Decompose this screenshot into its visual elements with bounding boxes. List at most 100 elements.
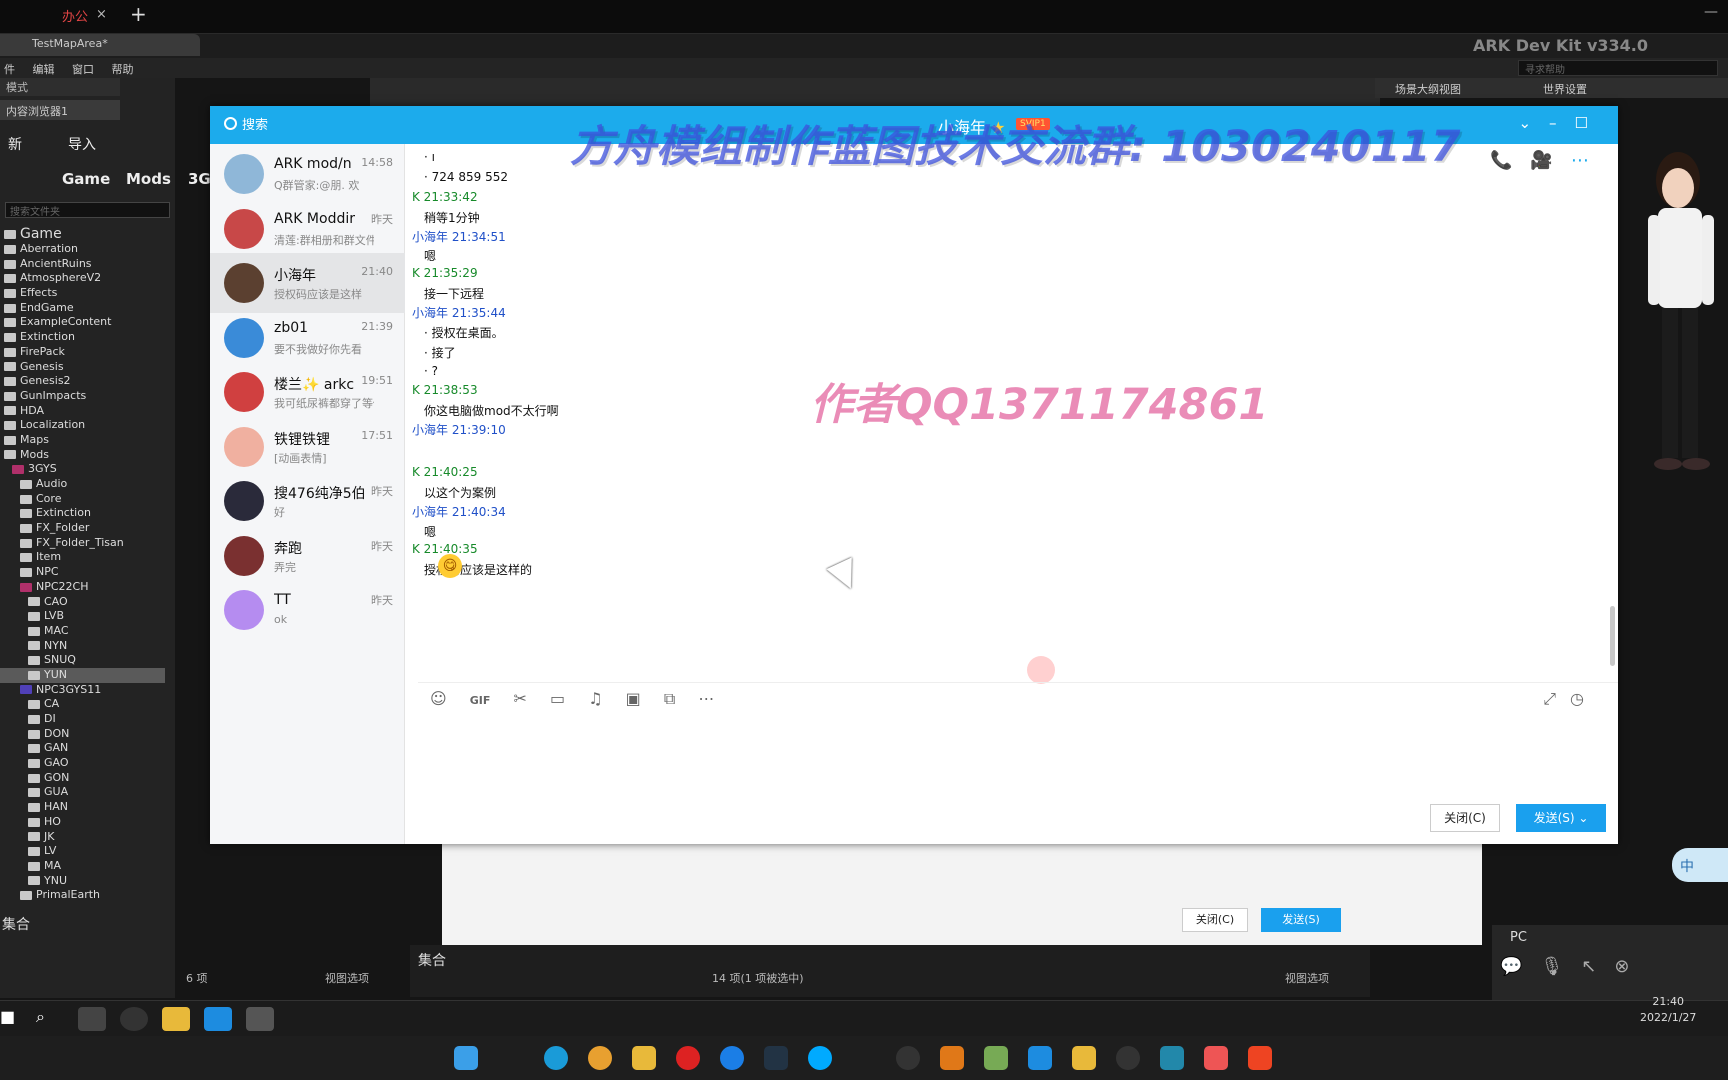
more-icon[interactable]: ⋯ xyxy=(698,689,714,708)
app-icon-4[interactable] xyxy=(984,1046,1008,1070)
record-icon[interactable] xyxy=(676,1046,700,1070)
folder-tree-item[interactable]: GAN xyxy=(0,741,165,756)
import-button[interactable]: 导入 xyxy=(68,134,96,154)
background-close-button[interactable]: 关闭(C) xyxy=(1182,908,1248,932)
app-icon-5[interactable] xyxy=(1028,1046,1052,1070)
conversation-item[interactable]: 小海年 21:40 授权码应该是这样 xyxy=(210,253,405,313)
folder-tree-item[interactable]: FX_Folder xyxy=(0,521,165,536)
folder-tree-item[interactable]: MA xyxy=(0,859,165,874)
explorer-icon[interactable] xyxy=(162,1007,190,1031)
conversation-item[interactable]: ARK Moddir 昨天 清莲:群相册和群文件 xyxy=(210,199,405,259)
folder-tree-item[interactable]: AtmosphereV2 xyxy=(0,271,165,286)
k-app-icon-2[interactable] xyxy=(720,1046,744,1070)
folder-tree-item[interactable]: NPC3GYS11 xyxy=(0,683,165,698)
folder-tree-item[interactable]: PrimalEarth xyxy=(0,888,165,903)
close-tab-icon[interactable]: × xyxy=(96,7,107,22)
folder-tree-item[interactable]: SNUQ xyxy=(0,653,165,668)
view-options-button[interactable]: 视图选项 xyxy=(325,970,369,986)
folder-tree-item[interactable]: LV xyxy=(0,844,165,859)
search-input[interactable]: 搜索 xyxy=(220,114,400,136)
folder-tree-item[interactable]: JK xyxy=(0,830,165,845)
tab-scene-outliner[interactable]: 场景大纲视图 xyxy=(1395,81,1461,97)
folder-tree-item[interactable]: Game xyxy=(0,226,165,242)
conversation-item[interactable]: TT 昨天 ok xyxy=(210,580,405,640)
conversation-item[interactable]: ARK mod/n 14:58 Q群管家:@朋. 欢 xyxy=(210,144,405,204)
conversation-item[interactable]: zb01 21:39 要不我做好你先看 xyxy=(210,308,405,368)
folder-tree-item[interactable]: Item xyxy=(0,550,165,565)
message-scrollbar[interactable] xyxy=(1610,606,1615,666)
folder-tree-item[interactable]: GunImpacts xyxy=(0,389,165,404)
remote-control-icons[interactable]: 💬🎙↖⊗ xyxy=(1500,956,1647,977)
expand-and-history-icons[interactable]: ⤢◷ xyxy=(1543,689,1598,709)
folder-tree-item[interactable]: CA xyxy=(0,697,165,712)
folder-tree-item[interactable]: Extinction xyxy=(0,506,165,521)
window-controls[interactable]: ⌄–☐ xyxy=(1518,114,1606,132)
app-icon-1[interactable] xyxy=(78,1007,106,1031)
folder-tree-item[interactable]: NPC22CH xyxy=(0,580,165,595)
folder-tree-item[interactable]: GON xyxy=(0,771,165,786)
new-tab-button[interactable]: + xyxy=(130,2,147,26)
folder-tree-item[interactable]: Aberration xyxy=(0,242,165,257)
folder-tree-item[interactable]: YNU xyxy=(0,874,165,889)
folder-tree-item[interactable]: MAC xyxy=(0,624,165,639)
folder-search-input[interactable]: 搜索文件夹 xyxy=(5,202,170,218)
qq-icon[interactable] xyxy=(204,1007,232,1031)
folder-tree-item[interactable]: Maps xyxy=(0,433,165,448)
unreal-icon-3[interactable] xyxy=(1116,1046,1140,1070)
edge-icon[interactable] xyxy=(544,1046,568,1070)
folder-tree-item[interactable]: LVB xyxy=(0,609,165,624)
close-button[interactable]: 关闭(C) xyxy=(1430,804,1500,832)
folder-tree-item[interactable]: Effects xyxy=(0,286,165,301)
breadcrumb-game[interactable]: Game xyxy=(62,170,110,188)
folder-tree-item[interactable]: Genesis xyxy=(0,360,165,375)
menu-file[interactable]: 件 xyxy=(4,61,15,77)
folder-tree-item[interactable]: DI xyxy=(0,712,165,727)
view-options-button-mid[interactable]: 视图选项 xyxy=(1285,970,1329,986)
unreal-icon[interactable] xyxy=(120,1007,148,1031)
folder-tree-item[interactable]: Core xyxy=(0,492,165,507)
folder-tree-item[interactable]: Audio xyxy=(0,477,165,492)
folder-tree-item[interactable]: NPC xyxy=(0,565,165,580)
scissors-icon[interactable]: ✂ xyxy=(514,689,527,708)
tab-modes[interactable]: 模式 xyxy=(0,78,120,96)
windows-start-icon[interactable] xyxy=(454,1046,478,1070)
start-icon[interactable]: ■ xyxy=(0,1007,28,1031)
app-icon-7[interactable] xyxy=(1204,1046,1228,1070)
folder-tree-item[interactable]: YUN xyxy=(0,667,165,683)
collections-header[interactable]: 集合 xyxy=(0,914,170,934)
folder-icon[interactable]: ▭ xyxy=(550,689,565,708)
search-app-icon[interactable] xyxy=(940,1046,964,1070)
folder-tree-item[interactable]: GUA xyxy=(0,785,165,800)
emoji-icon[interactable]: ☺ xyxy=(430,689,447,708)
menu-help[interactable]: 帮助 xyxy=(112,61,134,77)
conversation-item[interactable]: 奔跑 昨天 弄完 xyxy=(210,526,405,586)
image-icon[interactable]: ▣ xyxy=(626,689,641,708)
chrome-icon[interactable] xyxy=(588,1046,612,1070)
unreal-icon-2[interactable] xyxy=(896,1046,920,1070)
app-icon-8[interactable] xyxy=(1248,1046,1272,1070)
app-icon-6[interactable] xyxy=(1160,1046,1184,1070)
shield-icon[interactable] xyxy=(1072,1046,1096,1070)
folder-tree-item[interactable]: Localization xyxy=(0,418,165,433)
folder-tree-item[interactable]: Mods xyxy=(0,448,165,463)
folder-tree-item[interactable]: GAO xyxy=(0,756,165,771)
conversation-item[interactable]: 铁锂铁锂 17:51 [动画表情] xyxy=(210,417,405,477)
tab-office[interactable]: 办公 xyxy=(62,6,124,28)
tab-content-browser[interactable]: 内容浏览器1 xyxy=(0,100,120,120)
background-send-button[interactable]: 发送(S) xyxy=(1261,908,1341,932)
music-icon[interactable]: ♫ xyxy=(588,689,602,708)
folder-tree-item[interactable]: ExampleContent xyxy=(0,315,165,330)
conversation-item[interactable]: 楼兰✨ arkc 19:51 我可纸尿裤都穿了等你 xyxy=(210,362,405,422)
search-icon[interactable]: ⌕ xyxy=(36,1007,64,1031)
steam-icon[interactable] xyxy=(764,1046,788,1070)
folder-tree-item[interactable]: FirePack xyxy=(0,345,165,360)
tab-world-settings[interactable]: 世界设置 xyxy=(1543,81,1587,97)
level-tab[interactable]: TestMapArea* xyxy=(0,34,200,56)
folder-tree-item[interactable]: Genesis2 xyxy=(0,374,165,389)
call-icons[interactable]: 📞🎥⋯ xyxy=(1490,150,1607,171)
breadcrumb-mods[interactable]: Mods xyxy=(126,170,171,188)
gif-icon[interactable]: GIF xyxy=(470,694,491,707)
folder-tree-item[interactable]: EndGame xyxy=(0,301,165,316)
collections-header-2[interactable]: 集合 xyxy=(418,950,446,970)
help-search-input[interactable]: 寻求帮助 xyxy=(1518,60,1718,76)
